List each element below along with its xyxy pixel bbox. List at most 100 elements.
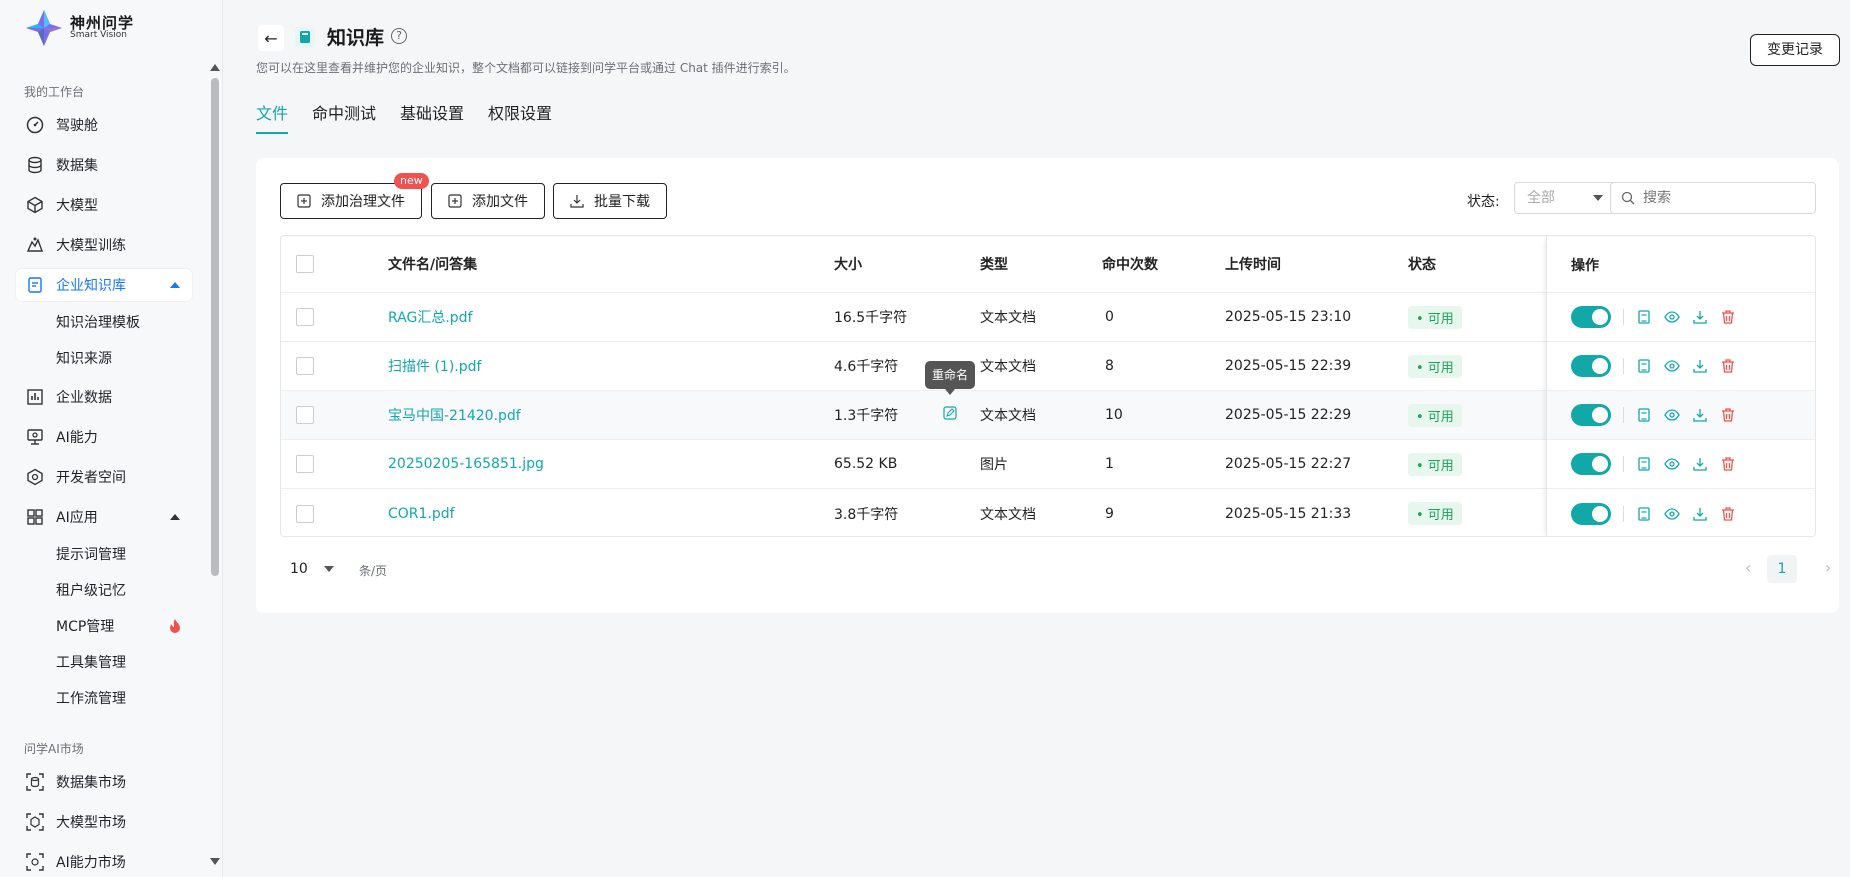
column-header-name[interactable]: 文件名/问答集 — [388, 236, 477, 292]
edit-doc-icon[interactable] — [1636, 456, 1652, 472]
sidebar-item-ai-market[interactable]: AI能力市场 — [16, 846, 192, 877]
row-checkbox[interactable] — [296, 308, 314, 326]
sidebar-item-model-training[interactable]: 大模型训练 — [16, 229, 192, 261]
sidebar-item-label: 大模型训练 — [56, 238, 126, 254]
rename-tooltip: 重命名 — [925, 361, 975, 395]
sidebar-subitem-prompt-management[interactable]: 提示词管理 — [56, 544, 126, 564]
eye-icon[interactable] — [1664, 407, 1680, 423]
sidebar-scrollbar[interactable] — [208, 60, 222, 877]
enable-toggle[interactable] — [1571, 453, 1611, 475]
sidebar-item-model[interactable]: 大模型 — [16, 189, 192, 221]
column-header-status[interactable]: 状态 — [1408, 236, 1436, 292]
status-filter-select[interactable]: 全部 — [1514, 182, 1616, 214]
file-name-link[interactable]: RAG汇总.pdf — [388, 293, 473, 341]
trash-icon[interactable] — [1720, 309, 1736, 325]
column-header-type[interactable]: 类型 — [980, 236, 1008, 292]
trash-icon[interactable] — [1720, 456, 1736, 472]
select-all-checkbox[interactable] — [296, 255, 314, 273]
chevron-down-icon — [1593, 195, 1603, 201]
ai-market-icon — [26, 853, 44, 871]
sidebar-item-ai-ability[interactable]: AI能力 — [16, 421, 192, 453]
upload-time: 2025-05-15 22:27 — [1225, 456, 1352, 472]
column-header-upload-time[interactable]: 上传时间 — [1225, 236, 1281, 292]
sidebar-subitem-workflow-management[interactable]: 工作流管理 — [56, 688, 126, 708]
next-page-button[interactable]: › — [1825, 558, 1831, 577]
enable-toggle[interactable] — [1571, 306, 1611, 328]
download-icon[interactable] — [1692, 506, 1708, 522]
row-checkbox[interactable] — [296, 357, 314, 375]
download-icon[interactable] — [1692, 309, 1708, 325]
rename-icon[interactable] — [943, 406, 957, 420]
add-file-button[interactable]: 添加文件 — [431, 183, 545, 219]
batch-download-button[interactable]: 批量下载 — [553, 183, 667, 219]
status-badge: • 可用 — [1408, 305, 1462, 329]
sidebar-item-cockpit[interactable]: 驾驶舱 — [16, 109, 192, 141]
sidebar-item-label: 大模型市场 — [56, 815, 126, 831]
eye-icon[interactable] — [1664, 456, 1680, 472]
row-checkbox[interactable] — [296, 455, 314, 473]
edit-doc-icon[interactable] — [1636, 358, 1652, 374]
sidebar-subitem-toolset-management[interactable]: 工具集管理 — [56, 652, 126, 672]
model-market-icon — [26, 813, 44, 831]
download-icon[interactable] — [1692, 358, 1708, 374]
file-name-link[interactable]: COR1.pdf — [388, 489, 455, 536]
tab-permission-settings[interactable]: 权限设置 — [488, 100, 552, 134]
tab-files[interactable]: 文件 — [256, 100, 289, 134]
sidebar-item-dataset-market[interactable]: 数据集市场 — [16, 766, 192, 798]
change-log-button[interactable]: 变更记录 — [1750, 34, 1840, 66]
upload-time: 2025-05-15 22:29 — [1225, 407, 1352, 423]
eye-icon[interactable] — [1664, 506, 1680, 522]
sidebar-item-label: 数据集市场 — [56, 775, 126, 791]
row-checkbox[interactable] — [296, 406, 314, 424]
file-name-link[interactable]: 20250205-165851.jpg — [388, 440, 544, 488]
sidebar-item-model-market[interactable]: 大模型市场 — [16, 806, 192, 838]
brand-logo[interactable]: 神州问学 Smart Vision — [24, 8, 134, 48]
download-icon — [570, 195, 584, 208]
scroll-up-icon[interactable] — [210, 64, 220, 71]
help-icon[interactable]: ? — [391, 28, 407, 44]
sidebar-item-dataset[interactable]: 数据集 — [16, 149, 192, 181]
file-size: 16.5千字符 — [834, 310, 908, 326]
sidebar-item-developer-space[interactable]: 开发者空间 — [16, 461, 192, 493]
sidebar-subitem-mcp-management[interactable]: MCP管理 — [56, 616, 114, 636]
page-size-select[interactable]: 10 — [280, 553, 352, 585]
section-label-workspace: 我的工作台 — [24, 85, 85, 99]
enable-toggle[interactable] — [1571, 404, 1611, 426]
trash-icon[interactable] — [1720, 407, 1736, 423]
divider — [1623, 505, 1624, 522]
sidebar-subitem-governance-template[interactable]: 知识治理模板 — [56, 312, 140, 332]
sidebar-item-ai-apps[interactable]: AI应用 — [16, 501, 192, 533]
tab-hit-test[interactable]: 命中测试 — [312, 100, 376, 134]
sidebar-subitem-knowledge-source[interactable]: 知识来源 — [56, 348, 112, 368]
eye-icon[interactable] — [1664, 358, 1680, 374]
back-button[interactable]: ← — [258, 25, 284, 51]
file-name-link[interactable]: 宝马中国-21420.pdf — [388, 391, 521, 439]
enable-toggle[interactable] — [1571, 355, 1611, 377]
edit-doc-icon[interactable] — [1636, 407, 1652, 423]
column-header-size[interactable]: 大小 — [834, 236, 862, 292]
sidebar-item-knowledge-base[interactable]: 企业知识库 — [16, 269, 192, 301]
download-icon[interactable] — [1692, 407, 1708, 423]
search-input[interactable] — [1643, 190, 1803, 206]
eye-icon[interactable] — [1664, 309, 1680, 325]
sidebar-subitem-tenant-memory[interactable]: 租户级记忆 — [56, 580, 126, 600]
edit-doc-icon[interactable] — [1636, 309, 1652, 325]
download-icon[interactable] — [1692, 456, 1708, 472]
sidebar-item-enterprise-data[interactable]: 企业数据 — [16, 381, 192, 413]
enable-toggle[interactable] — [1571, 502, 1611, 525]
tab-basic-settings[interactable]: 基础设置 — [400, 100, 464, 134]
edit-doc-icon[interactable] — [1636, 506, 1652, 522]
row-checkbox[interactable] — [296, 504, 314, 523]
scroll-down-icon[interactable] — [210, 858, 220, 865]
page-number-current[interactable]: 1 — [1767, 555, 1797, 583]
dataset-market-icon — [26, 773, 44, 791]
file-name-link[interactable]: 扫描件 (1).pdf — [388, 342, 481, 390]
trash-icon[interactable] — [1720, 506, 1736, 522]
prev-page-button[interactable]: ‹ — [1745, 558, 1751, 577]
trash-icon[interactable] — [1720, 358, 1736, 374]
divider — [1623, 358, 1624, 374]
file-list-card: 添加治理文件 new 添加文件 批量下载 状态: 全部 搜索 文件名/问答集 大… — [256, 158, 1839, 613]
scrollbar-thumb[interactable] — [211, 78, 219, 576]
search-box[interactable] — [1610, 182, 1816, 214]
column-header-hits[interactable]: 命中次数 — [1102, 236, 1158, 292]
